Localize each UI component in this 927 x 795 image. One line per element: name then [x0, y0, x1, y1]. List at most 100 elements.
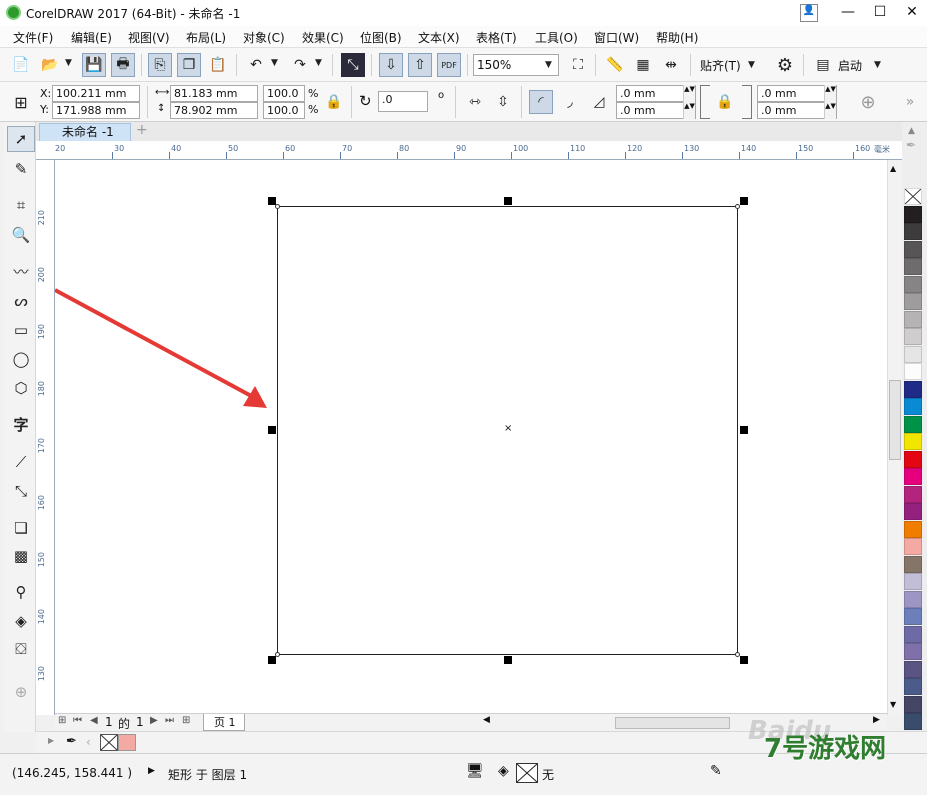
show-grid-icon[interactable]: ▦	[631, 53, 655, 77]
zoom-tool-icon[interactable]: 🔍	[7, 222, 35, 248]
maximize-button[interactable]: ☐	[865, 0, 895, 26]
document-tab[interactable]: 未命名 -1	[39, 123, 131, 141]
crop-tool-icon[interactable]: ⌗	[7, 192, 35, 218]
snap-to-dropdown[interactable]: 贴齐(T)	[700, 57, 741, 74]
horizontal-scroll-right-icon[interactable]: ▶	[873, 715, 880, 725]
polygon-tool-icon[interactable]: ⬡	[7, 375, 35, 401]
interactive-fill-tool-icon[interactable]: ◈	[7, 608, 35, 634]
ellipse-tool-icon[interactable]: ◯	[7, 346, 35, 372]
open-dropdown-icon[interactable]: ▼	[65, 58, 72, 68]
no-color-swatch[interactable]	[100, 734, 118, 751]
selection-handle-bottom[interactable]	[504, 656, 512, 664]
lock-ratio-icon[interactable]: 🔒	[322, 90, 346, 114]
palette-color-swatch[interactable]	[904, 415, 922, 433]
save-icon[interactable]: 💾	[82, 53, 106, 77]
selection-handle-right[interactable]	[740, 426, 748, 434]
object-origin-icon[interactable]: ⊞	[9, 90, 33, 114]
palette-color-swatch[interactable]	[904, 590, 922, 608]
corner-node-bottom-right[interactable]	[735, 652, 740, 657]
account-icon[interactable]: 👤	[800, 4, 818, 22]
palette-color-swatch[interactable]	[904, 275, 922, 293]
menu-table[interactable]: 表格(T)	[476, 29, 517, 46]
import-icon[interactable]: ⇩	[379, 53, 403, 77]
publish-pdf-icon[interactable]: PDF	[437, 53, 461, 77]
previous-page-icon[interactable]: ◀	[90, 715, 98, 726]
palette-color-swatch[interactable]	[904, 258, 922, 275]
mirror-vertical-icon[interactable]: ⇳	[491, 90, 515, 114]
corner-node-top-left[interactable]	[275, 204, 280, 209]
palette-color-swatch[interactable]	[904, 520, 922, 538]
freehand-tool-icon[interactable]: 〰	[7, 258, 35, 284]
palette-color-swatch[interactable]	[904, 450, 922, 468]
artistic-media-tool-icon[interactable]: ᔕ	[7, 288, 35, 314]
selection-handle-top[interactable]	[504, 197, 512, 205]
export-icon[interactable]: ⇧	[408, 53, 432, 77]
document-palette-left-icon[interactable]: ‹	[86, 735, 91, 749]
center-marker-icon[interactable]: ×	[504, 423, 512, 434]
selection-handle-bottom-right[interactable]	[740, 656, 748, 664]
corner-node-bottom-left[interactable]	[275, 652, 280, 657]
palette-color-swatch[interactable]	[904, 625, 922, 643]
selection-handle-top-right[interactable]	[740, 197, 748, 205]
scale-x-field[interactable]: 100.0	[263, 85, 305, 102]
palette-color-swatch[interactable]	[904, 328, 922, 345]
palette-scroll-up-icon[interactable]: ▲	[908, 126, 915, 136]
cut-icon[interactable]: ⎘	[148, 53, 172, 77]
show-rulers-icon[interactable]: 📏	[603, 53, 627, 77]
drawing-canvas[interactable]: × ▲	[55, 160, 895, 715]
launch-label[interactable]: 启动	[838, 57, 862, 74]
palette-eyedropper-icon[interactable]: ✒	[906, 138, 916, 152]
vertical-scrollbar[interactable]: ▲ ▼	[887, 160, 902, 715]
palette-color-swatch[interactable]	[904, 223, 922, 240]
copy-icon[interactable]: ❐	[177, 53, 201, 77]
scroll-up-arrow-icon[interactable]: ▲	[890, 164, 896, 173]
palette-color-swatch[interactable]	[904, 573, 922, 590]
selection-handle-left[interactable]	[268, 426, 276, 434]
overflow-chevron-icon[interactable]: »	[898, 90, 922, 114]
vertical-ruler[interactable]: 210 200 190 180 170 160 150 140 130	[36, 160, 55, 715]
palette-color-swatch[interactable]	[904, 555, 922, 573]
document-eyedropper-icon[interactable]: ✒	[66, 734, 77, 749]
rectangle-tool-icon[interactable]: ▭	[7, 317, 35, 343]
palette-color-swatch[interactable]	[904, 433, 922, 450]
palette-color-swatch[interactable]	[904, 608, 922, 625]
add-control-icon[interactable]: ⊕	[856, 90, 880, 114]
drop-shadow-tool-icon[interactable]: ❏	[7, 515, 35, 541]
menu-object[interactable]: 对象(C)	[243, 29, 285, 46]
corner-3-spinner[interactable]: ▲▼	[824, 85, 836, 102]
scale-y-field[interactable]: 100.0	[263, 102, 305, 119]
page-tab-1[interactable]: 页 1	[203, 714, 245, 731]
menu-text[interactable]: 文本(X)	[418, 29, 460, 46]
add-page-before-icon[interactable]: ⊞	[58, 715, 66, 726]
fill-none-swatch-icon[interactable]	[516, 763, 538, 783]
options-gear-icon[interactable]: ⚙	[773, 53, 797, 77]
transparency-tool-icon[interactable]: ▩	[7, 543, 35, 569]
add-tool-icon[interactable]: ⊕	[7, 679, 35, 705]
vertical-scroll-thumb[interactable]	[889, 380, 901, 460]
smart-fill-tool-icon[interactable]: ⛋	[7, 636, 35, 662]
palette-color-swatch[interactable]	[904, 485, 922, 503]
fill-bucket-icon[interactable]: ◈	[498, 763, 509, 779]
horizontal-scroll-left-icon[interactable]: ◀	[483, 715, 490, 725]
palette-color-swatch[interactable]	[904, 205, 922, 223]
outline-pen-icon[interactable]: ✎	[710, 763, 722, 779]
palette-color-swatch[interactable]	[904, 345, 922, 363]
close-button[interactable]: ✕	[897, 0, 927, 26]
pick-tool-icon[interactable]: ➚	[7, 126, 35, 152]
palette-color-swatch[interactable]	[904, 643, 922, 660]
horizontal-ruler[interactable]: 20 毫米 30 40 50 60 70 80 90 100 110 120 130 140 150 16…	[36, 141, 902, 160]
corner-2-spinner[interactable]: ▲▼	[683, 102, 695, 119]
chamfered-corner-icon[interactable]: ◿	[587, 90, 611, 114]
palette-color-swatch[interactable]	[904, 310, 922, 328]
palette-color-swatch[interactable]	[904, 503, 922, 520]
palette-color-swatch[interactable]	[904, 713, 922, 730]
palette-color-swatch[interactable]	[904, 678, 922, 695]
x-position-field[interactable]: 100.211 mm	[52, 85, 140, 102]
text-tool-icon[interactable]: 字	[7, 411, 35, 437]
palette-no-fill-swatch[interactable]	[904, 188, 922, 205]
add-document-tab-button[interactable]: +	[136, 122, 148, 138]
edit-corners-together-lock-icon[interactable]: 🔒	[713, 90, 737, 114]
launch-dropdown-icon[interactable]: ▼	[874, 60, 881, 70]
menu-file[interactable]: 文件(F)	[13, 29, 53, 46]
first-page-icon[interactable]: ⏮	[73, 715, 82, 726]
